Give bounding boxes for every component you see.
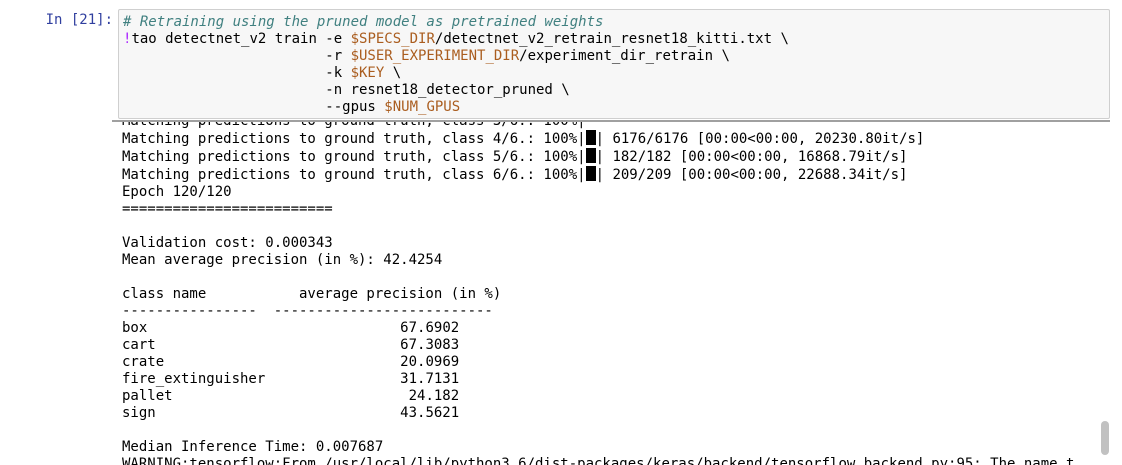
- average-precision-cell: 20.0969: [400, 354, 460, 370]
- table-row: fire_extinguisher 31.7131: [122, 371, 459, 387]
- average-precision-cell: 43.5621: [400, 405, 460, 421]
- code-editor[interactable]: # Retraining using the pruned model as p…: [119, 10, 1109, 116]
- cell-padding: [147, 320, 400, 336]
- table-row: box 67.6902: [122, 320, 459, 336]
- warning-line: WARNING:tensorflow:From /usr/local/lib/p…: [122, 456, 1075, 465]
- progress-label: Matching predictions to ground truth, cl…: [122, 167, 586, 183]
- var-num-gpus: $NUM_GPUS: [384, 99, 461, 115]
- output-scrollbar[interactable]: [1100, 120, 1110, 465]
- progress-line-class-6: Matching predictions to ground truth, cl…: [122, 166, 908, 183]
- code-line-3-rest: \: [384, 65, 402, 81]
- average-precision-cell: 24.182: [408, 388, 460, 404]
- validation-cost: Validation cost: 0.000343: [122, 235, 333, 251]
- cell-padding: [173, 388, 409, 404]
- cell-padding: [164, 354, 400, 370]
- table-row: sign 43.5621: [122, 405, 459, 421]
- var-user-experiment-dir: $USER_EXPERIMENT_DIR: [350, 48, 520, 64]
- class-name-cell: box: [122, 320, 148, 336]
- code-line-2: -r: [123, 48, 351, 64]
- class-name-cell: crate: [122, 354, 165, 370]
- table-header: class name average precision (in %): [122, 286, 502, 302]
- output-text: Matching predictions to ground truth, cl…: [122, 120, 1075, 465]
- code-line-3: -k: [123, 65, 351, 81]
- code-comment: # Retraining using the pruned model as p…: [123, 14, 604, 30]
- progress-line-class-5: Matching predictions to ground truth, cl…: [122, 148, 908, 165]
- progress-stats: | 182/182 [00:00<00:00, 16868.79it/s]: [595, 149, 908, 165]
- table-row: crate 20.0969: [122, 354, 459, 370]
- progress-bar: [585, 148, 596, 163]
- epoch-line: Epoch 120/120: [122, 184, 232, 200]
- cell-padding: [156, 405, 400, 421]
- ap-table-rows: box 67.6902 cart 67.3083 crate 20.0969 f…: [122, 320, 459, 421]
- class-name-cell: pallet: [122, 388, 173, 404]
- class-name-cell: cart: [122, 337, 156, 353]
- progress-bar: [585, 130, 596, 145]
- progress-bar: [585, 166, 596, 181]
- code-line-2-rest: /experiment_dir_retrain \: [519, 48, 730, 64]
- progress-label: Matching predictions to ground truth, cl…: [122, 131, 586, 147]
- average-precision-cell: 67.6902: [400, 320, 460, 336]
- progress-stats: | 209/209 [00:00<00:00, 22688.34it/s]: [595, 167, 908, 183]
- progress-line-class-4: Matching predictions to ground truth, cl…: [122, 130, 925, 147]
- cell-prompt: In [21]:: [45, 12, 113, 28]
- cell-padding: [265, 371, 400, 387]
- table-rule: ---------------- -----------------------…: [122, 303, 493, 319]
- code-line-1-rest: /detectnet_v2_retrain_resnet18_kitti.txt…: [434, 31, 789, 47]
- progress-stats: | 6176/6176 [00:00<00:00, 20230.80it/s]: [595, 131, 925, 147]
- table-row: cart 67.3083: [122, 337, 459, 353]
- table-row: pallet 24.182: [122, 388, 459, 404]
- code-input-cell[interactable]: # Retraining using the pruned model as p…: [118, 9, 1110, 119]
- code-line-5: --gpus: [123, 99, 385, 115]
- code-line-4: -n resnet18_detector_pruned \: [123, 82, 570, 98]
- output-line-partial: Matching predictions to ground truth, cl…: [122, 120, 586, 129]
- average-precision-cell: 31.7131: [400, 371, 460, 387]
- mean-average-precision: Mean average precision (in %): 42.4254: [122, 252, 443, 268]
- code-line-1: tao detectnet_v2 train -e: [131, 31, 351, 47]
- progress-label: Matching predictions to ground truth, cl…: [122, 149, 586, 165]
- separator-line: =========================: [122, 201, 333, 217]
- class-name-cell: sign: [122, 405, 156, 421]
- output-scrollbar-thumb[interactable]: [1101, 421, 1109, 455]
- cell-padding: [156, 337, 400, 353]
- var-specs-dir: $SPECS_DIR: [350, 31, 435, 47]
- class-name-cell: fire_extinguisher: [122, 371, 266, 387]
- median-inference-time: Median Inference Time: 0.007687: [122, 439, 384, 455]
- average-precision-cell: 67.3083: [400, 337, 460, 353]
- cell-output-area[interactable]: Matching predictions to ground truth, cl…: [112, 120, 1110, 465]
- var-key: $KEY: [350, 65, 385, 81]
